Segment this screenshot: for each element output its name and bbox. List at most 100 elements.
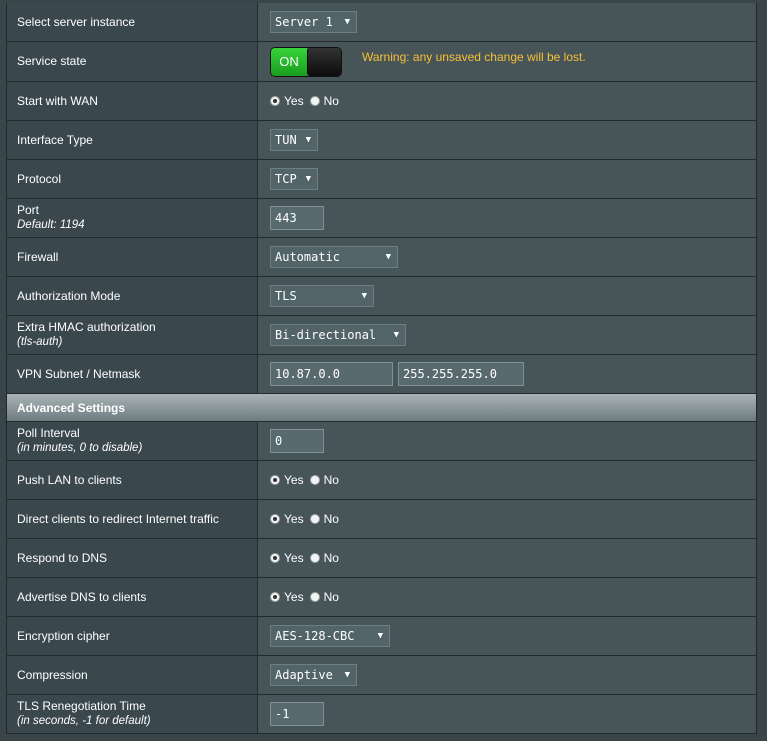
row-advertise-dns: Advertise DNS to clients Yes No [7,578,756,617]
row-value: TUN ▼ [258,121,756,159]
row-label: Start with WAN [7,82,258,120]
vpn-netmask-input[interactable]: 255.255.255.0 [398,362,524,386]
label-text: Compression [17,667,88,682]
row-value: Yes No [258,500,756,538]
row-compression: Compression Adaptive ▼ [7,656,756,695]
start-wan-yes-radio[interactable] [270,96,280,106]
row-label: Advertise DNS to clients [7,578,258,616]
row-redirect-traffic: Direct clients to redirect Internet traf… [7,500,756,539]
row-label: VPN Subnet / Netmask [7,355,258,393]
push-lan-radios: Yes No [270,473,345,487]
label-text: Service state [17,54,87,68]
chevron-down-icon: ▼ [305,174,311,184]
row-label: TLS Renegotiation Time (in seconds, -1 f… [7,695,258,733]
redirect-no-radio[interactable] [309,514,320,524]
row-value: AES-128-CBC ▼ [258,617,756,655]
tls-renegotiation-input[interactable]: -1 [270,702,324,726]
toggle-knob [307,47,341,76]
server-instance-select[interactable]: Server 1 ▼ [270,11,357,33]
chevron-down-icon: ▼ [344,17,350,27]
row-value: TLS ▼ [258,277,756,315]
row-encryption-cipher: Encryption cipher AES-128-CBC ▼ [7,617,756,656]
redirect-yes-radio[interactable] [270,514,280,524]
row-port: Port Default: 1194 443 [7,199,756,238]
advertise-dns-no-radio[interactable] [309,592,320,602]
service-state-toggle[interactable]: ON [270,46,342,77]
row-value: Yes No [258,539,756,577]
chevron-down-icon: ▼ [393,330,399,340]
radio-label-yes: Yes [284,551,304,565]
radio-label-yes: Yes [284,473,304,487]
row-label: Firewall [7,238,258,276]
row-service-state: Service state ON Warning: any unsaved ch… [7,42,756,82]
select-value: Adaptive [275,668,333,682]
push-lan-no-radio[interactable] [309,475,320,485]
label-text: TLS Renegotiation Time [17,699,146,713]
label-text: Direct clients to redirect Internet traf… [17,511,219,526]
select-value: Automatic [275,250,341,264]
label-text: Poll Interval [17,426,80,440]
auth-mode-select[interactable]: TLS ▼ [270,285,374,307]
label-text: Select server instance [17,14,136,29]
chevron-down-icon: ▼ [377,631,383,641]
radio-label-yes: Yes [284,94,304,108]
settings-table: Select server instance Server 1 ▼ Service… [6,3,757,734]
select-value: TCP [275,172,297,186]
interface-type-select[interactable]: TUN ▼ [270,129,318,151]
vpn-subnet-input[interactable]: 10.87.0.0 [270,362,393,386]
row-label: Port Default: 1194 [7,199,258,237]
row-label: Respond to DNS [7,539,258,577]
label-text: VPN Subnet / Netmask [17,366,141,381]
radio-label-no: No [323,473,339,487]
row-label: Authorization Mode [7,277,258,315]
select-value: AES-128-CBC [275,629,355,643]
label-hint: (tls-auth) [17,336,63,348]
start-wan-radios: Yes No [270,94,345,108]
poll-interval-input[interactable]: 0 [270,429,324,453]
row-push-lan: Push LAN to clients Yes No [7,461,756,500]
hmac-select[interactable]: Bi-directional ▼ [270,324,406,346]
advanced-settings-header: Advanced Settings [7,394,756,422]
radio-label-no: No [323,551,339,565]
row-value: Yes No [258,461,756,499]
label-hint: Default: 1194 [17,219,85,231]
chevron-down-icon: ▼ [344,670,350,680]
chevron-down-icon: ▼ [385,252,391,262]
advertise-dns-yes-radio[interactable] [270,592,280,602]
respond-dns-yes-radio[interactable] [270,553,280,563]
chevron-down-icon: ▼ [305,135,311,145]
advertise-dns-radios: Yes No [270,590,345,604]
toggle-on-label: ON [271,47,307,76]
select-value: TUN [275,133,297,147]
radio-label-no: No [323,512,339,526]
row-start-wan: Start with WAN Yes No [7,82,756,121]
radio-label-no: No [323,94,339,108]
label-hint: (in minutes, 0 to disable) [17,442,143,454]
row-value: Automatic ▼ [258,238,756,276]
start-wan-no-radio[interactable] [309,96,320,106]
label-text: Port [17,203,40,217]
compression-select[interactable]: Adaptive ▼ [270,664,357,686]
push-lan-yes-radio[interactable] [270,475,280,485]
row-subnet: VPN Subnet / Netmask 10.87.0.0 255.255.2… [7,355,756,394]
row-value: TCP ▼ [258,160,756,198]
row-tls-renegotiation: TLS Renegotiation Time (in seconds, -1 f… [7,695,756,734]
firewall-select[interactable]: Automatic ▼ [270,246,398,268]
label-text: Advertise DNS to clients [17,589,147,604]
unsaved-warning: Warning: any unsaved change will be lost… [362,49,586,64]
respond-dns-no-radio[interactable] [309,553,320,563]
row-label: Service state [7,42,258,81]
label-text: Authorization Mode [17,288,121,303]
radio-label-yes: Yes [284,590,304,604]
row-label: Push LAN to clients [7,461,258,499]
protocol-select[interactable]: TCP ▼ [270,168,318,190]
row-label: Direct clients to redirect Internet traf… [7,500,258,538]
label-text: Protocol [17,171,62,186]
row-firewall: Firewall Automatic ▼ [7,238,756,277]
label-text: Start with WAN [17,93,98,108]
vpn-settings-panel: Select server instance Server 1 ▼ Service… [0,0,767,741]
cipher-select[interactable]: AES-128-CBC ▼ [270,625,390,647]
port-input[interactable]: 443 [270,206,324,230]
row-label: Extra HMAC authorization (tls-auth) [7,316,258,354]
label-hint: (in seconds, -1 for default) [17,715,151,727]
